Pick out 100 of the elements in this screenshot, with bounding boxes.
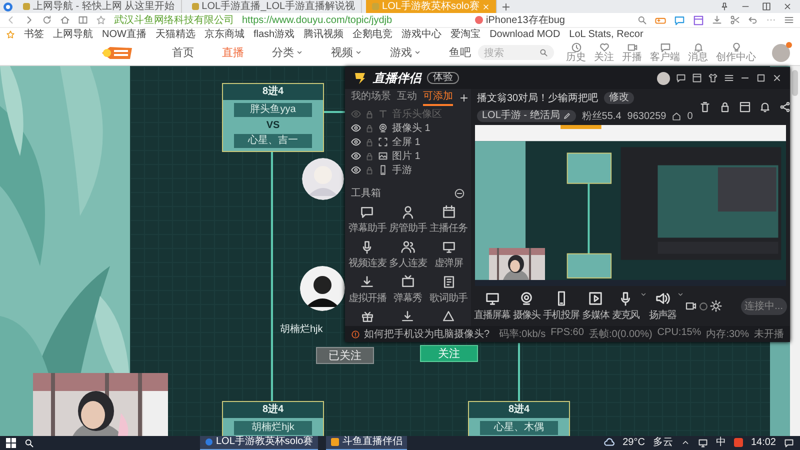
lock-icon[interactable]: [718, 101, 731, 113]
share-icon[interactable]: [778, 101, 791, 113]
source-item[interactable]: 全屏 1: [347, 135, 469, 149]
bookmark-item[interactable]: Download MOD: [490, 28, 560, 42]
source-button[interactable]: 麦克风: [611, 290, 640, 322]
feedback-icon[interactable]: [676, 73, 686, 83]
source-button[interactable]: 扬声器: [648, 290, 677, 322]
app-tray-icon[interactable]: [734, 438, 743, 448]
bookmark-item[interactable]: 爱淘宝: [450, 28, 481, 42]
menu-icon[interactable]: [724, 73, 734, 83]
star-icon[interactable]: [96, 15, 106, 26]
camera-icon[interactable]: [378, 123, 388, 133]
source-item[interactable]: 图片 1: [347, 149, 469, 163]
nav-link[interactable]: 鱼吧: [449, 45, 471, 60]
taskbar-button[interactable]: LOL手游教英杯solo赛: [200, 436, 318, 450]
tool-button[interactable]: 视频连麦: [347, 240, 388, 270]
address-field[interactable]: https://www.douyu.com/topic/jydjb: [242, 14, 392, 26]
header-action[interactable]: 历史: [566, 42, 586, 64]
add-icon[interactable]: [459, 93, 469, 103]
bookmark-item[interactable]: NOW直播: [102, 28, 146, 42]
nav-link[interactable]: 视频: [331, 45, 362, 60]
bookmark-item[interactable]: 上网导航: [53, 28, 93, 42]
source-button[interactable]: 多媒体: [581, 290, 610, 322]
bookmark-item[interactable]: 书签: [24, 28, 44, 42]
scene-tab[interactable]: 我的场景: [351, 90, 391, 106]
follow-button[interactable]: 已关注: [316, 346, 374, 364]
nav-link[interactable]: 游戏: [390, 45, 421, 60]
header-action[interactable]: 开播: [622, 42, 642, 64]
caret-icon[interactable]: [640, 290, 647, 298]
source-item[interactable]: 手游: [347, 163, 469, 177]
bookmark-item[interactable]: LoL Stats, Recor: [569, 28, 644, 42]
edit-button[interactable]: 修改: [604, 92, 634, 104]
source-button[interactable]: 直播屏幕: [473, 290, 511, 322]
tool-button[interactable]: 虚拟开播: [347, 275, 388, 305]
notification-icon[interactable]: [784, 438, 794, 448]
chat-icon[interactable]: [674, 14, 685, 26]
new-tab-icon[interactable]: [501, 2, 512, 12]
version-badge[interactable]: 体验: [427, 72, 459, 84]
bookmark-item[interactable]: 企鹅电竞: [352, 28, 393, 42]
scene-tab[interactable]: 互动: [397, 90, 417, 106]
download-icon[interactable]: [401, 310, 414, 323]
collapse-icon[interactable]: [454, 188, 465, 198]
fullscreen-icon[interactable]: [378, 137, 388, 147]
category-button[interactable]: LOL手游 - 绝活局: [477, 110, 576, 122]
text-icon[interactable]: [378, 109, 388, 119]
source-button[interactable]: 摄像头: [512, 290, 541, 322]
tool-button[interactable]: 虚弹屏: [428, 240, 469, 270]
taskbar-button[interactable]: 斗鱼直播伴侣: [326, 436, 408, 450]
header-action[interactable]: 客户端: [650, 42, 680, 64]
scissors-icon[interactable]: [730, 15, 740, 26]
clock[interactable]: 14:02: [750, 436, 776, 450]
maximize-icon[interactable]: [762, 2, 771, 11]
layout-icon[interactable]: [738, 101, 751, 113]
tool-button[interactable]: 主播任务: [428, 205, 469, 235]
maximize-icon[interactable]: [756, 73, 766, 83]
scrollbar[interactable]: [790, 66, 800, 436]
record-icon[interactable]: [685, 300, 697, 312]
bookmark-item[interactable]: 腾讯视频: [304, 28, 344, 42]
gift-icon[interactable]: [360, 310, 374, 323]
windows-logo-icon[interactable]: [6, 438, 16, 448]
header-action[interactable]: 消息: [688, 42, 708, 64]
help-link[interactable]: 如何把手机设为电脑摄像头?: [364, 327, 490, 341]
bookmark-item[interactable]: 游戏中心: [402, 28, 442, 42]
tool-button[interactable]: 弹幕秀: [388, 275, 428, 305]
close-icon[interactable]: [772, 73, 782, 83]
phone-icon[interactable]: [378, 165, 388, 175]
shirt-icon[interactable]: [708, 73, 718, 83]
source-item[interactable]: 摄像头 1: [347, 121, 469, 135]
tool-button[interactable]: 多人连麦: [388, 240, 428, 270]
home-icon[interactable]: [60, 15, 70, 26]
settings-icon[interactable]: [710, 300, 722, 312]
triangle-icon[interactable]: [442, 310, 456, 323]
reader-icon[interactable]: [78, 15, 88, 26]
tool-button[interactable]: 弹幕助手: [347, 205, 388, 235]
tool-button[interactable]: 歌词助手: [428, 275, 469, 305]
trash-icon[interactable]: [698, 101, 711, 113]
scene-tab[interactable]: 可添加: [423, 90, 453, 106]
nav-link[interactable]: 分类: [272, 45, 303, 60]
header-action[interactable]: 创作中心: [716, 42, 756, 64]
pin-icon[interactable]: [720, 2, 729, 11]
source-button[interactable]: 手机投屏: [542, 290, 580, 322]
search-field[interactable]: iPhone13存在bug: [471, 14, 629, 26]
tile-icon[interactable]: [693, 14, 704, 26]
nav-link[interactable]: 首页: [172, 45, 194, 60]
header-action[interactable]: 关注: [594, 42, 614, 64]
image-icon[interactable]: [378, 151, 388, 161]
avatar[interactable]: [657, 72, 670, 84]
bookmark-item[interactable]: 天猫精选: [155, 28, 196, 42]
caret-icon[interactable]: [677, 290, 684, 298]
undo-icon[interactable]: [748, 15, 758, 26]
input-method[interactable]: 中: [716, 436, 726, 450]
browser-logo-icon[interactable]: [3, 2, 13, 12]
bell-icon[interactable]: [758, 101, 771, 113]
network-icon[interactable]: [698, 438, 708, 448]
copy-icon[interactable]: [692, 73, 702, 83]
bookmark-item[interactable]: 京东商城: [204, 28, 244, 42]
tool-button[interactable]: 房管助手: [388, 205, 428, 235]
bookmark-item[interactable]: flash游戏: [253, 28, 295, 42]
close-icon[interactable]: [783, 2, 792, 11]
reload-icon[interactable]: [42, 15, 52, 26]
